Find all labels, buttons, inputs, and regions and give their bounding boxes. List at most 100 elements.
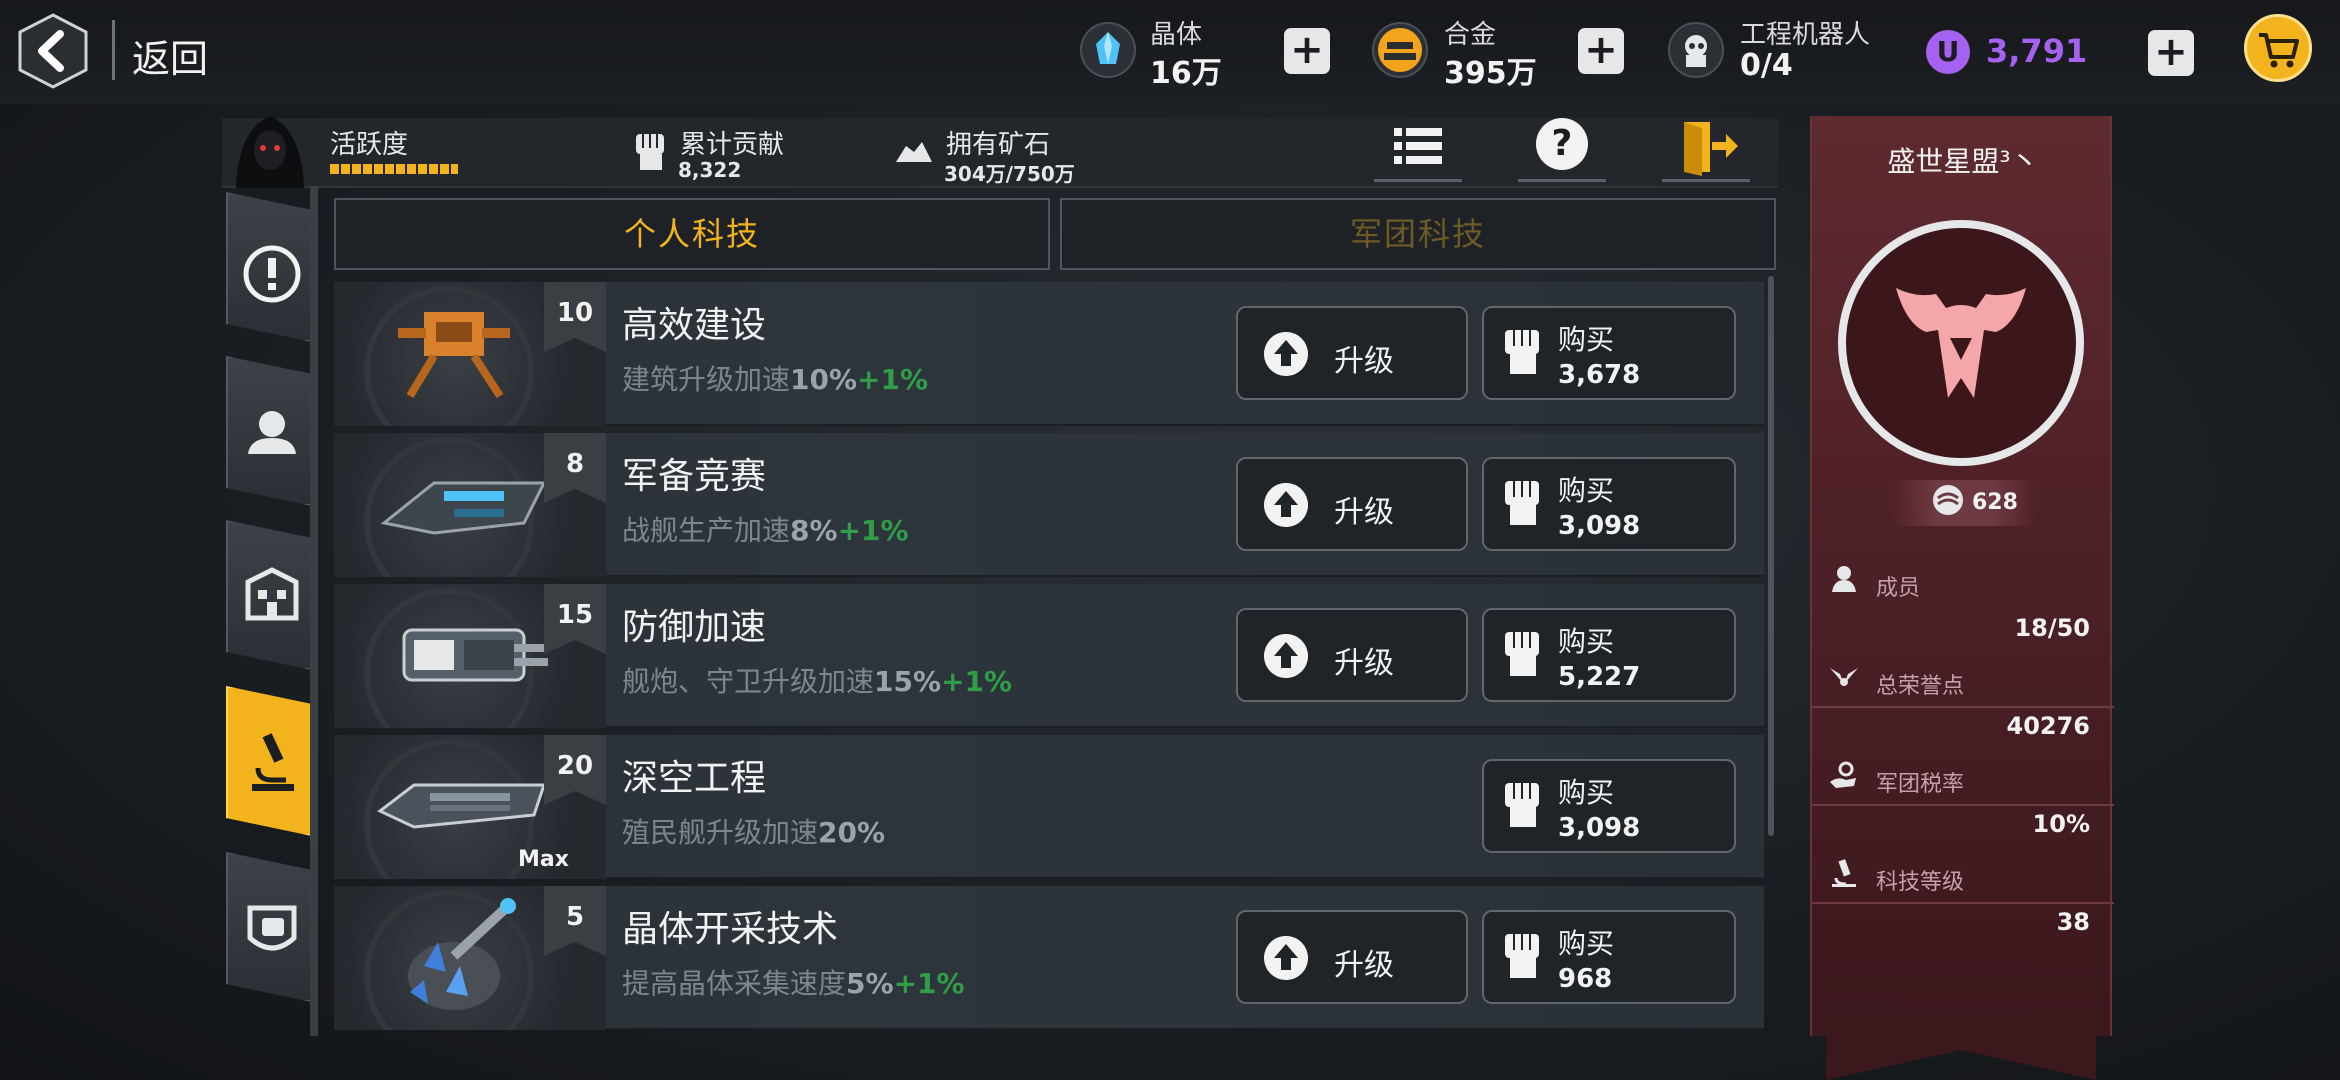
tech-image: 20 Max [334,735,606,879]
upgrade-button[interactable]: 升级 [1236,608,1468,702]
fist-icon [632,130,668,172]
tech-level: 8 [565,449,585,479]
help-button[interactable]: ? [1518,118,1606,182]
side-tab-alliance-war[interactable] [226,852,312,1002]
side-tab-notice[interactable] [226,192,312,342]
stat-label-tax: 军团税率 [1876,772,1965,797]
tech-name: 高效建设 [622,305,767,346]
tech-description: 战舰生产加速8%+1% [622,514,909,547]
side-edge [310,186,318,1036]
turret-icon [402,628,548,682]
crystal-label: 晶体 [1150,20,1203,50]
buy-price: 968 [1558,964,1613,994]
upgrade-arrow-icon [1264,332,1308,376]
divider [1812,804,2114,806]
tech-name: 深空工程 [622,758,767,799]
side-tab-buildings[interactable] [226,520,312,670]
crystal-drill-icon [408,898,516,1010]
buy-button[interactable]: 购买 3,098 [1482,457,1736,551]
tech-row-efficient-build: 10 高效建设 建筑升级加速10%+1% 升级 购买 3,678 [334,282,1764,426]
tech-row-deep-space: 20 Max 深空工程 殖民舰升级加速20% 购买 3,098 [334,735,1764,879]
alloy-label: 合金 [1444,20,1497,50]
tech-description: 建筑升级加速10%+1% [622,363,929,396]
tech-name: 防御加速 [622,607,767,648]
tech-name: 晶体开采技术 [622,909,839,950]
shield-fist-icon [247,905,297,951]
wings-icon [1830,668,1858,686]
alliance-panel: 盛世星盟³丶 628 成员 18/50 总荣誉点 40276 军团税率 10% … [1810,116,2114,1036]
microscope-icon [1832,859,1856,887]
robot-icon [1668,22,1724,78]
avatar[interactable] [226,110,314,188]
buy-label: 购买 [1558,474,1615,507]
tech-description: 舰炮、守卫升级加速15%+1% [622,665,1013,698]
buy-price: 5,227 [1558,662,1641,692]
tab-personal-tech[interactable]: 个人科技 [334,198,1050,270]
activity-bar [330,164,458,174]
add-crystal-button[interactable]: + [1284,28,1330,74]
upgrade-button[interactable]: 升级 [1236,306,1468,400]
tech-description: 殖民舰升级加速20% [622,816,886,849]
shop-cart-button[interactable] [2244,14,2312,82]
buy-button[interactable]: 购买 3,678 [1482,306,1736,400]
add-premium-button[interactable]: + [2148,30,2194,76]
back-button[interactable] [14,12,92,90]
crystal-icon [1080,22,1136,78]
tech-description: 提高晶体采集速度5%+1% [622,967,965,1000]
upgrade-label: 升级 [1334,495,1394,530]
tech-row-defense-speed: 15 防御加速 舰炮、守卫升级加速15%+1% 升级 购买 5,227 [334,584,1764,728]
tech-level: 10 [556,298,594,328]
buy-label: 购买 [1558,776,1615,809]
stat-label-honor: 总荣誉点 [1876,674,1965,699]
contribution-label: 累计贡献 [680,130,785,160]
tech-image: 10 [334,282,606,426]
help-icon: ? [1536,118,1588,170]
side-tab-members[interactable] [226,356,312,506]
tech-image: 5 [334,886,606,1030]
list-icon [1394,128,1442,164]
robot-value: 0/4 [1740,48,1793,83]
top-bar: 返回 晶体 16万 + 合金 395万 + 工程机器人 0/4 U 3,791 … [0,0,2340,104]
microscope-icon [252,733,294,791]
tech-image: 15 [334,584,606,728]
premium-currency-icon: U [1926,30,1970,74]
alert-icon [243,245,301,303]
list-button[interactable] [1374,118,1462,182]
colony-ship-icon [377,783,547,829]
tech-level: 5 [565,902,585,932]
buy-price: 3,678 [1558,360,1641,390]
alliance-panel-tail [1826,1030,2096,1080]
robot-label: 工程机器人 [1740,20,1871,50]
back-arrow-icon [18,13,88,89]
tab-legion-tech[interactable]: 军团科技 [1060,198,1776,270]
contribution-value: 8,322 [678,158,742,182]
back-label[interactable]: 返回 [132,28,208,83]
side-tab-tech[interactable] [226,686,312,836]
max-label: Max [518,847,569,872]
warship-icon [380,481,547,535]
upgrade-button[interactable]: 升级 [1236,457,1468,551]
stat-label-tech-level: 科技等级 [1876,870,1965,895]
stat-value-tax: 10% [2032,810,2090,838]
alliance-emblem[interactable] [1838,220,2084,466]
fist-icon [1505,632,1539,676]
medal-icon [1933,485,1963,515]
members-icon [1832,566,1856,592]
upgrade-label: 升级 [1334,646,1394,681]
upgrade-arrow-icon [1264,483,1308,527]
stat-value-members: 18/50 [2014,614,2090,642]
alliance-emblem-icon [1896,288,2026,398]
fist-icon [1505,481,1539,525]
premium-currency-value: 3,791 [1986,32,2088,70]
buy-button[interactable]: 购买 3,098 [1482,759,1736,853]
buy-button[interactable]: 购买 968 [1482,910,1736,1004]
tech-row-arms-race: 8 军备竞赛 战舰生产加速8%+1% 升级 购买 3,098 [334,433,1764,577]
leave-alliance-button[interactable] [1662,118,1750,182]
upgrade-button[interactable]: 升级 [1236,910,1468,1004]
add-alloy-button[interactable]: + [1578,28,1624,74]
alliance-name: 盛世星盟³丶 [1887,145,2039,178]
buy-button[interactable]: 购买 5,227 [1482,608,1736,702]
list-scrollbar[interactable] [1768,276,1774,836]
tech-row-crystal-mining: 5 晶体开采技术 提高晶体采集速度5%+1% 升级 购买 968 [334,886,1764,1030]
cart-icon [2259,33,2299,68]
